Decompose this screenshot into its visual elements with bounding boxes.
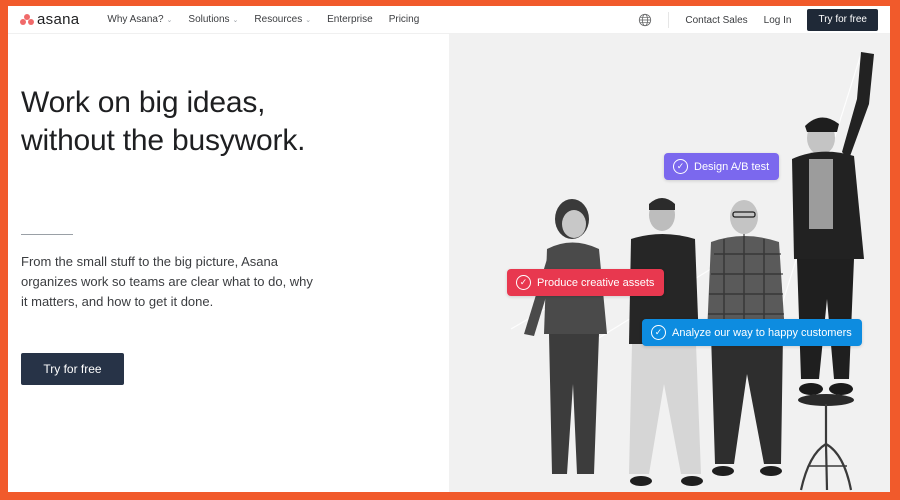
log-in-link[interactable]: Log In xyxy=(764,15,792,26)
nav-resources-label: Resources xyxy=(254,14,303,25)
stool xyxy=(798,394,854,491)
nav-enterprise-label: Enterprise xyxy=(327,14,373,25)
hero-text-panel: Work on big ideas, without the busywork.… xyxy=(8,34,449,492)
person-1 xyxy=(524,199,607,474)
check-circle-icon: ✓ xyxy=(673,159,688,174)
nav-resources[interactable]: Resources ⌄ xyxy=(254,14,311,25)
top-nav: asana Why Asana? ⌄ Solutions ⌄ Resources… xyxy=(8,6,890,34)
nav-pricing-label: Pricing xyxy=(388,14,420,25)
task-tag-analyze-customers[interactable]: ✓ Analyze our way to happy customers xyxy=(642,319,862,346)
headline-line-1: Work on big ideas, xyxy=(21,86,266,119)
tag-label: Produce creative assets xyxy=(537,276,655,289)
asana-logo[interactable]: asana xyxy=(20,11,79,28)
check-circle-icon: ✓ xyxy=(651,325,666,340)
globe-icon[interactable] xyxy=(638,13,652,27)
try-for-free-nav-button[interactable]: Try for free xyxy=(807,9,878,31)
nav-right: Contact Sales Log In Try for free xyxy=(638,6,878,34)
tag-label: Analyze our way to happy customers xyxy=(672,326,852,339)
check-circle-icon: ✓ xyxy=(516,275,531,290)
nav-why-asana-label: Why Asana? xyxy=(107,14,164,25)
task-tag-produce-creative-assets[interactable]: ✓ Produce creative assets xyxy=(507,269,665,296)
contact-sales-link[interactable]: Contact Sales xyxy=(685,15,747,26)
asana-logo-icon xyxy=(20,14,34,25)
nav-solutions-label: Solutions xyxy=(188,14,230,25)
nav-divider xyxy=(668,12,670,28)
tag-label: Design A/B test xyxy=(694,160,770,173)
nav-why-asana[interactable]: Why Asana? ⌄ xyxy=(107,14,172,25)
divider-rule xyxy=(21,234,73,235)
try-for-free-button[interactable]: Try for free xyxy=(21,353,124,385)
logo-text: asana xyxy=(37,11,80,28)
chevron-down-icon: ⌄ xyxy=(232,16,239,24)
headline-line-2: without the busywork. xyxy=(21,124,306,157)
nav-links: Why Asana? ⌄ Solutions ⌄ Resources ⌄ Ent… xyxy=(107,14,419,25)
hero-image: ✓ Design A/B test ✓ Produce creative ass… xyxy=(449,34,890,492)
hero-subtext: From the small stuff to the big picture,… xyxy=(21,254,313,309)
nav-enterprise[interactable]: Enterprise xyxy=(327,14,373,25)
nav-pricing[interactable]: Pricing xyxy=(389,14,420,25)
hero-headline: Work on big ideas, without the busywork. xyxy=(21,84,305,160)
chevron-down-icon: ⌄ xyxy=(305,16,312,24)
task-tag-design-ab-test[interactable]: ✓ Design A/B test xyxy=(664,153,780,180)
page-frame: asana Why Asana? ⌄ Solutions ⌄ Resources… xyxy=(8,6,890,492)
nav-solutions[interactable]: Solutions ⌄ xyxy=(188,14,238,25)
chevron-down-icon: ⌄ xyxy=(166,16,173,24)
team-photo-illustration xyxy=(510,52,874,491)
